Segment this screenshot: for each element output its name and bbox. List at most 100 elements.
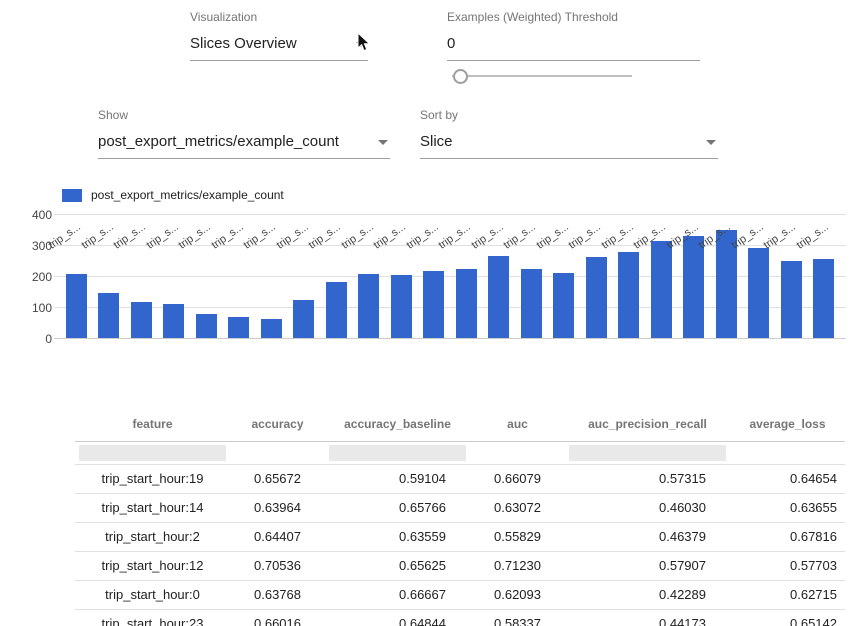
bar[interactable] — [358, 274, 379, 338]
bar[interactable] — [261, 319, 282, 338]
table-row[interactable]: trip_start_hour:140.639640.657660.630720… — [75, 493, 845, 522]
table-row[interactable]: trip_start_hour:230.660160.648440.583370… — [75, 609, 845, 626]
feature-cell: trip_start_hour:2 — [75, 522, 230, 551]
gridline — [54, 338, 846, 339]
table-header-row: featureaccuracyaccuracy_baselineaucauc_p… — [75, 407, 845, 441]
column-header-accuracy_baseline[interactable]: accuracy_baseline — [325, 407, 470, 441]
filter-cell — [565, 441, 730, 464]
feature-cell: trip_start_hour:14 — [75, 493, 230, 522]
bar[interactable] — [326, 282, 347, 338]
metric-cell: 0.63559 — [325, 522, 470, 551]
column-filter-input[interactable] — [569, 445, 726, 461]
threshold-input[interactable]: 0 — [447, 33, 700, 61]
bar[interactable] — [553, 273, 574, 338]
legend-color-swatch — [62, 189, 82, 202]
filter-cell — [325, 441, 470, 464]
metric-cell: 0.59104 — [325, 464, 470, 493]
metric-cell: 0.66016 — [230, 609, 325, 626]
column-header-feature[interactable]: feature — [75, 407, 230, 441]
threshold-slider-track[interactable] — [452, 75, 632, 77]
metric-cell: 0.44173 — [565, 609, 730, 626]
bar[interactable] — [813, 259, 834, 338]
table-filter-row — [75, 441, 845, 464]
y-axis-tick-label: 400 — [8, 208, 52, 222]
legend-label: post_export_metrics/example_count — [91, 188, 284, 202]
column-header-auc[interactable]: auc — [470, 407, 565, 441]
column-header-average_loss[interactable]: average_loss — [730, 407, 845, 441]
metric-cell: 0.65766 — [325, 493, 470, 522]
filter-cell — [75, 441, 230, 464]
metric-cell: 0.46379 — [565, 522, 730, 551]
visualization-select[interactable]: Slices Overview — [190, 33, 368, 61]
metric-cell: 0.66079 — [470, 464, 565, 493]
y-axis-tick-label: 0 — [8, 332, 52, 346]
sort-by-control: Sort by Slice — [420, 108, 718, 159]
metric-cell: 0.63768 — [230, 580, 325, 609]
metric-cell: 0.42289 — [565, 580, 730, 609]
sort-by-label: Sort by — [420, 108, 718, 122]
feature-cell: trip_start_hour:12 — [75, 551, 230, 580]
column-header-auc_precision_recall[interactable]: auc_precision_recall — [565, 407, 730, 441]
table-row[interactable]: trip_start_hour:190.656720.591040.660790… — [75, 464, 845, 493]
metric-cell: 0.63655 — [730, 493, 845, 522]
feature-cell: trip_start_hour:19 — [75, 464, 230, 493]
metric-cell: 0.65142 — [730, 609, 845, 626]
table-row[interactable]: trip_start_hour:120.705360.656250.712300… — [75, 551, 845, 580]
metric-cell: 0.64844 — [325, 609, 470, 626]
metric-cell: 0.57315 — [565, 464, 730, 493]
bar[interactable] — [781, 261, 802, 339]
metric-cell: 0.63964 — [230, 493, 325, 522]
threshold-label: Examples (Weighted) Threshold — [447, 10, 700, 24]
show-label: Show — [98, 108, 390, 122]
metric-cell: 0.57907 — [565, 551, 730, 580]
bar[interactable] — [391, 275, 412, 338]
show-control: Show post_export_metrics/example_count — [98, 108, 390, 159]
sort-by-value: Slice — [420, 133, 453, 150]
metric-cell: 0.55829 — [470, 522, 565, 551]
visualization-value: Slices Overview — [190, 35, 297, 52]
gridline — [54, 214, 846, 215]
metric-cell: 0.67816 — [730, 522, 845, 551]
filter-cell — [730, 441, 845, 464]
metric-cell: 0.65672 — [230, 464, 325, 493]
metric-cell: 0.46030 — [565, 493, 730, 522]
threshold-control: Examples (Weighted) Threshold 0 — [447, 10, 700, 61]
metric-cell: 0.64654 — [730, 464, 845, 493]
bar[interactable] — [293, 300, 314, 338]
show-select[interactable]: post_export_metrics/example_count — [98, 131, 390, 159]
filter-cell — [470, 441, 565, 464]
metric-cell: 0.70536 — [230, 551, 325, 580]
feature-cell: trip_start_hour:23 — [75, 609, 230, 626]
feature-cell: trip_start_hour:0 — [75, 580, 230, 609]
metric-cell: 0.62093 — [470, 580, 565, 609]
metrics-table: featureaccuracyaccuracy_baselineaucauc_p… — [75, 407, 845, 626]
column-filter-input[interactable] — [79, 445, 226, 461]
metric-cell: 0.64407 — [230, 522, 325, 551]
table-row[interactable]: trip_start_hour:20.644070.635590.558290.… — [75, 522, 845, 551]
bar[interactable] — [66, 274, 87, 338]
bar-plot: 0100200300400trip_s...trip_s...trip_s...… — [60, 215, 840, 339]
bar[interactable] — [163, 304, 184, 338]
mouse-cursor-icon — [357, 32, 372, 53]
filter-cell — [230, 441, 325, 464]
column-filter-input[interactable] — [329, 445, 466, 461]
bar[interactable] — [228, 317, 249, 338]
y-axis-tick-label: 100 — [8, 301, 52, 315]
bar[interactable] — [98, 293, 119, 338]
metric-cell: 0.57703 — [730, 551, 845, 580]
bar[interactable] — [131, 302, 152, 338]
column-header-accuracy[interactable]: accuracy — [230, 407, 325, 441]
threshold-slider-knob[interactable] — [453, 69, 468, 84]
chart-legend: post_export_metrics/example_count — [62, 188, 284, 202]
show-value: post_export_metrics/example_count — [98, 133, 339, 150]
metric-cell: 0.58337 — [470, 609, 565, 626]
metric-cell: 0.65625 — [325, 551, 470, 580]
metric-cell: 0.71230 — [470, 551, 565, 580]
visualization-label: Visualization — [190, 10, 368, 24]
table-row[interactable]: trip_start_hour:00.637680.666670.620930.… — [75, 580, 845, 609]
chevron-down-icon — [378, 140, 388, 145]
threshold-value: 0 — [447, 35, 455, 52]
bar[interactable] — [196, 314, 217, 338]
sort-by-select[interactable]: Slice — [420, 131, 718, 159]
metric-cell: 0.66667 — [325, 580, 470, 609]
